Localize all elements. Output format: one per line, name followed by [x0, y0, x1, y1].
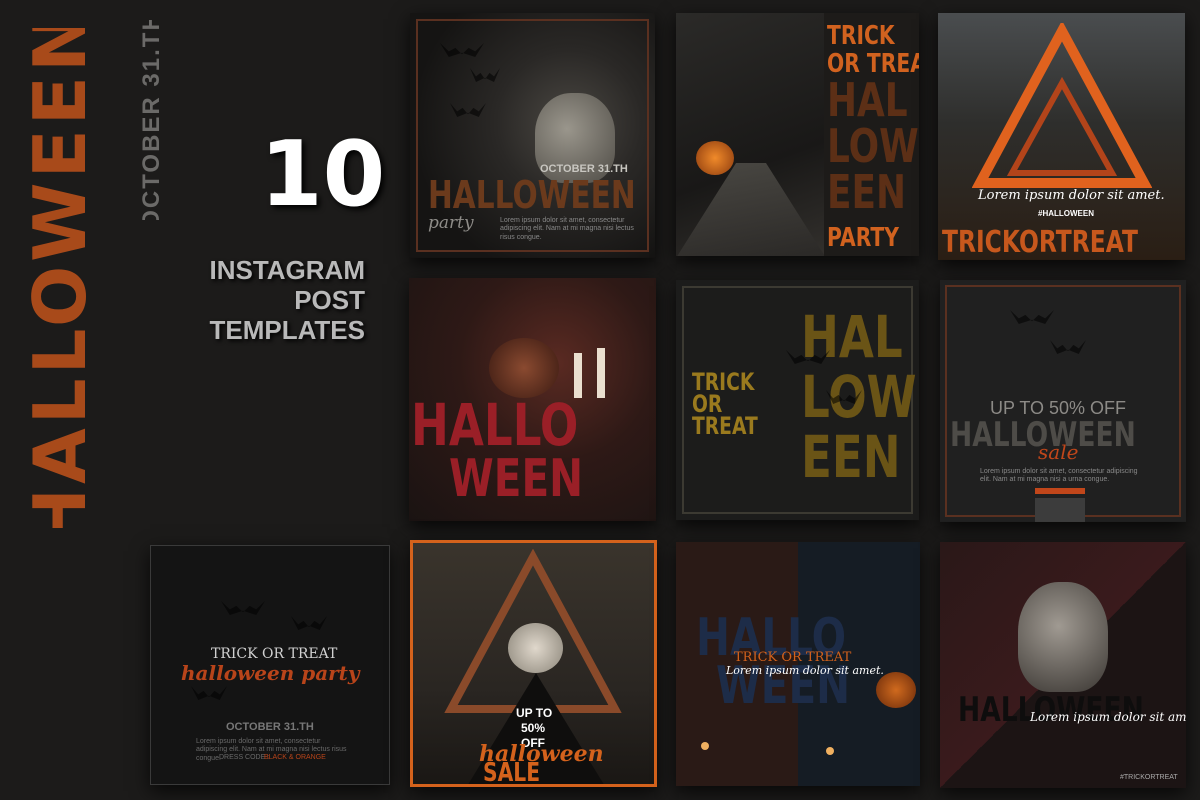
card3-hashtag: #HALLOWEEN	[1038, 209, 1094, 218]
template-card-party-invite[interactable]: TRICK OR TREAT halloween party OCTOBER 3…	[150, 545, 390, 785]
card2-big-2: LOW	[827, 119, 919, 173]
orange-bar	[1035, 488, 1085, 494]
card1-title: HALLOWEEN	[428, 173, 636, 217]
bat-icon	[221, 601, 265, 615]
bat-icon	[470, 68, 500, 82]
bat-icon	[291, 616, 327, 630]
october-date-vertical: OCTOBER 31.TH	[138, 20, 165, 220]
template-card-pumpkin-sale[interactable]: UP TO 50% OFF halloween SALE	[410, 540, 657, 787]
card8-pct: 50%	[521, 721, 546, 735]
card7-script: halloween party	[181, 661, 360, 685]
template-card-mustard[interactable]: TRICK OR TREAT HAL LOW EEN	[676, 280, 919, 520]
card2-tag: PARTY	[827, 223, 899, 253]
pumpkin-image	[508, 623, 563, 673]
subtitle-line-2: POST	[294, 285, 365, 315]
card5-left-3: TREAT	[692, 412, 758, 440]
card10-hashtag: #TRICKORTREAT	[1120, 774, 1178, 781]
template-card-skull-party[interactable]: OCTOBER 31.TH HALLOWEEN party Lorem ipsu…	[410, 13, 655, 258]
candle-icon	[701, 742, 709, 750]
candle-icon	[826, 747, 834, 755]
road-shape	[676, 163, 826, 256]
template-card-candles[interactable]: HALLO WEEN	[409, 278, 656, 521]
bat-icon	[440, 43, 484, 57]
bat-icon	[1050, 340, 1086, 354]
grey-block	[1035, 498, 1085, 522]
halloween-vertical-title: HALLOWEEN	[20, 28, 100, 528]
card5-right-3: EEN	[801, 423, 901, 491]
pumpkin-image	[876, 672, 916, 708]
template-card-scarecrow[interactable]: Lorem ipsum dolor sit amet. #HALLOWEEN T…	[938, 13, 1185, 260]
card7-line1: TRICK OR TREAT	[211, 646, 338, 662]
card9-line: TRICK OR TREAT	[734, 650, 852, 665]
triangle-frame-icon	[972, 23, 1152, 188]
card4-line1: HALLO	[411, 391, 579, 459]
card2-big-3: EEN	[827, 165, 907, 219]
card8-sale: SALE	[483, 758, 541, 787]
candle-icon	[597, 348, 605, 398]
template-count: 10	[260, 122, 386, 227]
card3-script: Lorem ipsum dolor sit amet.	[978, 188, 1165, 203]
card4-line2: WEEN	[449, 449, 584, 509]
card6-script: sale	[1038, 440, 1079, 464]
card1-script: party	[428, 213, 474, 233]
template-card-sale[interactable]: UP TO 50% OFF HALLOWEEN sale Lorem ipsum…	[940, 280, 1186, 522]
card3-bottom: TRICKORTREAT	[942, 225, 1139, 260]
subtitle-line-3: TEMPLATES	[209, 315, 365, 345]
bat-icon	[450, 103, 486, 117]
card7-dress-label: DRESS CODE :	[219, 754, 270, 761]
pumpkin-image	[696, 141, 734, 175]
card7-dress-value: BLACK & ORANGE	[264, 754, 326, 761]
card1-body: Lorem ipsum dolor sit amet, consectetur …	[500, 217, 634, 241]
template-card-navy-candles[interactable]: HALLO WEEN TRICK OR TREAT Lorem ipsum do…	[676, 542, 920, 786]
skull-image	[1018, 582, 1108, 692]
card10-script: Lorem ipsum dolor sit amet.	[1030, 710, 1186, 724]
card2-big-1: HAL	[827, 73, 908, 127]
card8-up: UP TO	[516, 706, 553, 720]
template-card-pumpkin-road[interactable]: TRICK OR TREAT HAL LOW EEN PARTY	[676, 13, 919, 256]
bat-icon	[191, 686, 227, 700]
card7-date: OCTOBER 31.TH	[226, 721, 314, 733]
card5-right-2: LOW	[801, 363, 917, 431]
template-card-skull-crimson[interactable]: HALLOWEEN Lorem ipsum dolor sit amet. #T…	[940, 542, 1186, 788]
pumpkin-image	[489, 338, 559, 398]
subtitle-line-1: INSTAGRAM	[209, 255, 365, 285]
bat-icon	[1010, 310, 1054, 324]
card2-line1: TRICK	[827, 21, 895, 51]
card6-body: Lorem ipsum dolor sit amet, consectetur …	[980, 468, 1138, 484]
card9-script: Lorem ipsum dolor sit amet.	[726, 664, 884, 677]
